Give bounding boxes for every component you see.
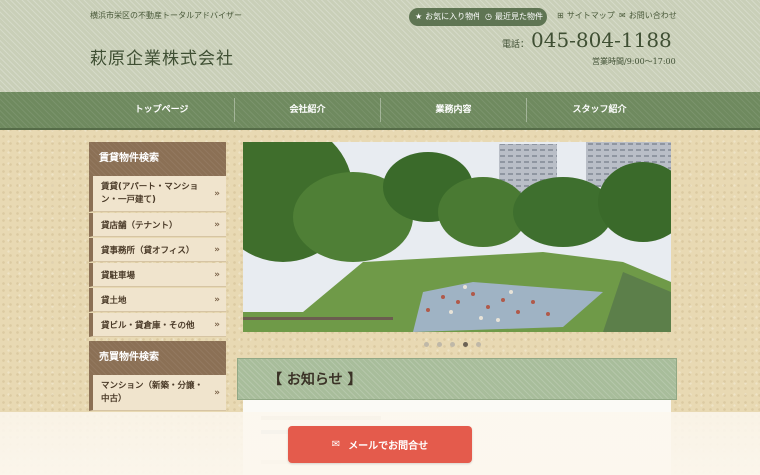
nav-staff[interactable]: スタッフ紹介 [527,92,672,128]
sidebar-item-rental-store[interactable]: 貸店舗（テナント） » [89,213,226,237]
mail-contact-label: メールでお問合せ [348,441,429,452]
mail-icon: ✉ [619,11,626,20]
mail-contact-button[interactable]: ✉ メールでお問合せ [288,426,472,463]
nav-top[interactable]: トップページ [89,92,234,128]
hero-slider-image [243,142,671,332]
chevron-right-icon: » [214,188,220,199]
tel-label: 電話： [502,40,530,50]
sitemap-icon: ⊞ [557,11,564,20]
star-icon: ★ [415,12,423,21]
phone-number[interactable]: 045-804-1188 [531,28,672,52]
recent-button[interactable]: ◷ 最近見た物件 [479,8,547,26]
slider-dot[interactable] [437,342,442,347]
slider-dot-active[interactable] [463,342,468,347]
chevron-right-icon: » [214,319,220,330]
recent-label: 最近見た物件 [494,12,543,21]
chevron-right-icon: » [214,219,220,230]
mail-icon: ✉ [331,439,341,450]
sidebar-item-label: 貸駐車場 [101,270,136,281]
sitemap-label: サイトマップ [566,11,615,20]
park-photo [243,142,671,332]
chevron-right-icon: » [214,294,220,305]
sidebar-item-label: 貸店舗（テナント） [101,220,178,231]
sidebar-item-label: 賃貸(アパート・マンション・一戸建て) [101,181,199,205]
chevron-right-icon: » [214,269,220,280]
chevron-right-icon: » [214,244,220,255]
sidebar-item-label: 貸事務所（貸オフィス） [101,245,195,256]
slider-dot[interactable] [476,342,481,347]
site-header: 横浜市栄区の不動産トータルアドバイザー 萩原企業株式会社 ★ お気に入り物件 ◷… [0,0,760,92]
sidebar-item-rental-parking[interactable]: 貸駐車場 » [89,263,226,287]
notice-title: 【 お知らせ 】 [268,372,362,388]
site-tagline: 横浜市栄区の不動産トータルアドバイザー [90,11,242,20]
sale-search-heading: 売買物件検索 [89,341,226,375]
contact-label: お問い合わせ [628,11,677,20]
sidebar-item-rental-office[interactable]: 貸事務所（貸オフィス） » [89,238,226,262]
sidebar-item-rental-building[interactable]: 貸ビル・貸倉庫・その他 » [89,313,226,337]
favorites-button[interactable]: ★ お気に入り物件 [409,8,487,26]
slider-dot[interactable] [450,342,455,347]
sidebar-item-label: マンション（新築・分譲・中古） [101,380,204,404]
nav-business[interactable]: 業務内容 [381,92,526,128]
rent-search-heading: 賃貸物件検索 [89,142,226,176]
nav-company[interactable]: 会社紹介 [235,92,380,128]
slider-pagination [424,342,481,347]
sitemap-link[interactable]: ⊞ サイトマップ [557,10,615,21]
favorites-label: お気に入り物件 [425,12,482,21]
sidebar-item-rental-housing[interactable]: 賃貸(アパート・マンション・一戸建て) » [89,176,226,212]
main-nav: トップページ 会社紹介 業務内容 スタッフ紹介 [0,92,760,130]
sidebar-item-rental-land[interactable]: 貸土地 » [89,288,226,312]
sidebar-item-label: 貸土地 [101,295,127,306]
contact-link[interactable]: ✉ お問い合わせ [619,10,677,21]
clock-icon: ◷ [485,12,492,21]
company-logo-text[interactable]: 萩原企業株式会社 [90,44,234,69]
slider-dot[interactable] [424,342,429,347]
business-hours: 営業時間/9:00～17:00 [592,57,676,66]
sidebar-item-label: 貸ビル・貸倉庫・その他 [101,320,195,331]
chevron-right-icon: » [214,387,220,398]
sidebar-item-sale-mansion[interactable]: マンション（新築・分譲・中古） » [89,375,226,411]
